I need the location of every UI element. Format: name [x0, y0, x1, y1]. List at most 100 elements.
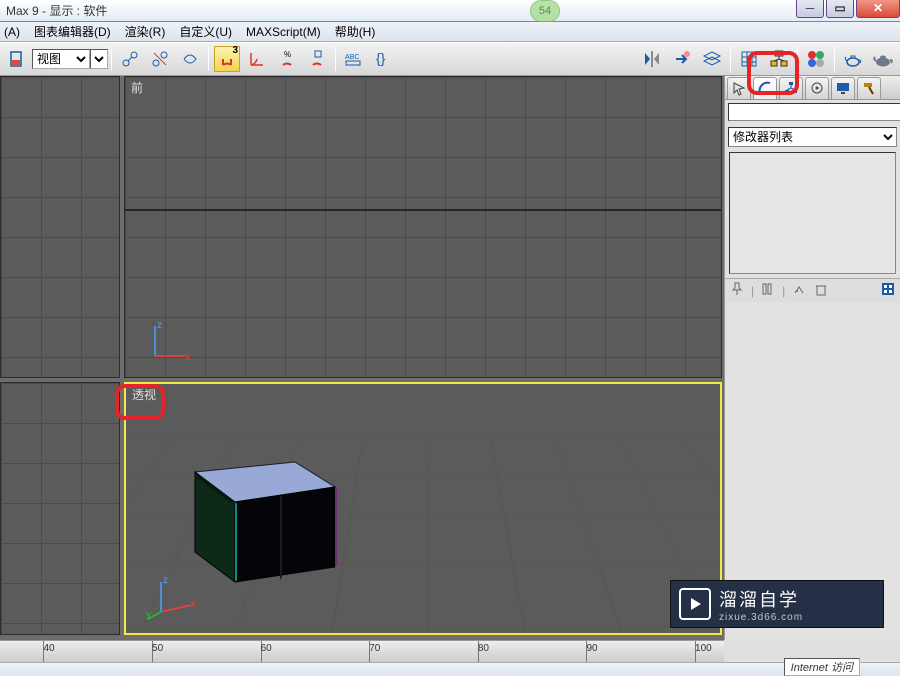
separator [208, 47, 209, 71]
menu-bar: (A) 图表编辑器(D) 渲染(R) 自定义(U) MAXScript(M) 帮… [0, 22, 900, 42]
braces-icon: {} [374, 49, 394, 69]
make-unique-button[interactable] [791, 281, 807, 300]
snap-3-badge: 3 [232, 45, 238, 56]
tab-count-bubble: 54 [530, 0, 560, 22]
scene-box-object[interactable] [165, 432, 365, 592]
angle-icon [247, 49, 267, 69]
tab-utilities[interactable] [857, 77, 881, 99]
spinner-snap-button[interactable] [304, 46, 330, 72]
viewport-label-perspective: 透视 [132, 386, 156, 403]
angle-snap-button[interactable] [244, 46, 270, 72]
command-panel: 修改器列表 | | [724, 76, 900, 640]
command-panel-tabs [725, 76, 900, 100]
play-icon [679, 588, 711, 620]
status-internet: Internet 访问 [784, 658, 860, 676]
schematic-view-button[interactable] [766, 46, 792, 72]
grid [1, 77, 119, 377]
unlink-button[interactable] [147, 46, 173, 72]
tab-create[interactable] [727, 77, 751, 99]
quick-render-button[interactable] [870, 46, 896, 72]
separator [797, 47, 798, 71]
spheres-icon [806, 49, 826, 69]
watermark: 溜溜自学 zixue.3d66.com [670, 580, 884, 628]
menu-maxscript[interactable]: MAXScript(M) [246, 25, 321, 39]
layers-button[interactable] [699, 46, 725, 72]
viewport-bottom-left[interactable] [0, 382, 120, 635]
view-mode-select-arrow[interactable] [90, 49, 108, 69]
link-icon [120, 49, 140, 69]
main-toolbar: 视图 3 % ABC {} [0, 42, 900, 76]
page-icon [8, 50, 26, 68]
material-editor-button[interactable] [803, 46, 829, 72]
tab-hierarchy[interactable] [779, 77, 803, 99]
grid [125, 77, 721, 377]
separator [335, 47, 336, 71]
mirror-icon [642, 49, 662, 69]
grid [1, 383, 119, 634]
align-button[interactable] [669, 46, 695, 72]
svg-text:%: % [284, 50, 291, 59]
time-ruler[interactable]: 40 50 60 70 80 90 100 [0, 640, 724, 662]
snap-toggle-button[interactable]: 3 [214, 46, 240, 72]
close-button[interactable]: ✕ [856, 0, 900, 18]
unique-icon [791, 281, 807, 297]
modifier-list-select[interactable]: 修改器列表 [728, 127, 897, 147]
tab-display[interactable] [831, 77, 855, 99]
link-button[interactable] [117, 46, 143, 72]
maximize-button[interactable]: ▭ [826, 0, 854, 18]
svg-text:ABC: ABC [345, 54, 359, 61]
trash-icon [813, 281, 829, 297]
svg-text:x: x [191, 599, 196, 610]
modifier-stack[interactable] [729, 152, 896, 274]
menu-render[interactable]: 渲染(R) [125, 23, 166, 40]
remove-modifier-button[interactable] [813, 281, 829, 300]
cursor-icon [731, 80, 747, 96]
config-icon [880, 281, 896, 297]
view-mode-select[interactable]: 视图 [32, 49, 90, 69]
pin-stack-button[interactable] [729, 281, 745, 300]
separator [111, 47, 112, 71]
curve-editor-button[interactable] [736, 46, 762, 72]
svg-text:x: x [185, 352, 190, 363]
named-selection-button[interactable]: ABC [341, 46, 367, 72]
axis-gizmo: zx [145, 316, 195, 369]
unlink-icon [150, 49, 170, 69]
menu-a[interactable]: (A) [4, 25, 20, 39]
menu-custom[interactable]: 自定义(U) [179, 23, 232, 40]
object-name-input[interactable] [728, 103, 900, 121]
mirror-button[interactable] [639, 46, 665, 72]
new-scene-button[interactable] [4, 46, 30, 72]
spacewarp-icon [180, 49, 200, 69]
stack-icon [760, 281, 776, 297]
spinner-snap-icon [307, 49, 327, 69]
render-setup-button[interactable] [840, 46, 866, 72]
tab-motion[interactable] [805, 77, 829, 99]
tab-modify[interactable] [753, 77, 777, 99]
svg-text:{}: {} [376, 50, 386, 66]
teapot-icon [872, 49, 894, 69]
status-bar [0, 662, 900, 676]
arc-icon [757, 80, 773, 96]
viewport-top-left[interactable] [0, 76, 120, 378]
teapot-outline-icon [843, 49, 863, 69]
watermark-url: zixue.3d66.com [719, 612, 803, 623]
show-end-result-button[interactable] [760, 281, 776, 300]
separator [730, 47, 731, 71]
minimize-button[interactable]: ─ [796, 0, 824, 18]
pin-icon [729, 281, 745, 297]
grid-chart-icon [739, 49, 759, 69]
title-bar: Max 9 - 显示 : 软件 ─ ▭ ✕ [0, 0, 900, 22]
percent-snap-icon: % [277, 49, 297, 69]
group-button[interactable]: {} [371, 46, 397, 72]
percent-snap-button[interactable]: % [274, 46, 300, 72]
viewport-label-front: 前 [131, 79, 143, 96]
motion-wheel-icon [809, 80, 825, 96]
align-arrow-icon [672, 49, 692, 69]
viewport-front[interactable]: 前 zx [124, 76, 722, 378]
menu-graph-editor[interactable]: 图表编辑器(D) [34, 23, 111, 40]
configure-modifier-sets-button[interactable] [880, 281, 896, 300]
layers-icon [702, 49, 722, 69]
bind-space-warp-button[interactable] [177, 46, 203, 72]
menu-help[interactable]: 帮助(H) [335, 23, 376, 40]
window-title: Max 9 - 显示 : 软件 [0, 2, 107, 19]
